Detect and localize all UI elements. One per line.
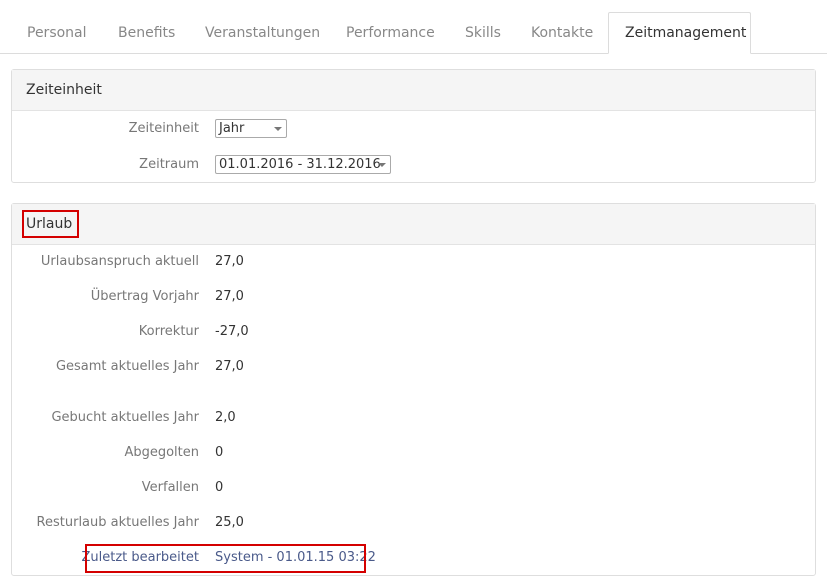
zeiteinheit-label: Zeiteinheit bbox=[128, 121, 199, 136]
row-label: Verfallen bbox=[141, 480, 199, 495]
row-urlaubsanspruch: Urlaubsanspruch aktuell 27,0 bbox=[12, 252, 815, 272]
zeiteinheit-panel-title: Zeiteinheit bbox=[12, 70, 815, 111]
row-value: 25,0 bbox=[215, 515, 244, 530]
row-value: 0 bbox=[215, 480, 224, 495]
row-label: Abgegolten bbox=[124, 445, 199, 460]
row-abgegolten: Abgegolten 0 bbox=[12, 443, 815, 463]
tab-kontakte[interactable]: Kontakte bbox=[515, 13, 609, 53]
zeiteinheit-select-value: Jahr bbox=[219, 121, 245, 136]
zeiteinheit-select[interactable]: Jahr bbox=[215, 119, 287, 138]
chevron-down-icon bbox=[378, 163, 386, 167]
row-uebertrag: Übertrag Vorjahr 27,0 bbox=[12, 287, 815, 307]
zeitraum-row: Zeitraum 01.01.2016 - 31.12.2016 bbox=[12, 155, 815, 175]
zeiteinheit-row: Zeiteinheit Jahr bbox=[12, 119, 815, 139]
row-label: Übertrag Vorjahr bbox=[90, 289, 199, 304]
urlaub-panel: Urlaub Urlaubsanspruch aktuell 27,0 Über… bbox=[11, 203, 816, 576]
row-label: Gebucht aktuelles Jahr bbox=[51, 410, 199, 425]
zeiteinheit-panel: Zeiteinheit Zeiteinheit Jahr Zeitraum 01… bbox=[11, 69, 816, 183]
row-value: 2,0 bbox=[215, 410, 236, 425]
row-value: 0 bbox=[215, 445, 224, 460]
row-label: Urlaubsanspruch aktuell bbox=[40, 254, 199, 269]
row-resturlaub: Resturlaub aktuelles Jahr 25,0 bbox=[12, 513, 815, 533]
zeitraum-select-value: 01.01.2016 - 31.12.2016 bbox=[219, 157, 381, 172]
last-edited-highlight-box bbox=[85, 544, 366, 573]
row-gebucht: Gebucht aktuelles Jahr 2,0 bbox=[12, 408, 815, 428]
title-highlight-box bbox=[22, 210, 79, 238]
row-verfallen: Verfallen 0 bbox=[12, 478, 815, 498]
row-label: Gesamt aktuelles Jahr bbox=[55, 359, 199, 374]
tab-zeitmanagement[interactable]: Zeitmanagement bbox=[608, 12, 751, 54]
row-label: Korrektur bbox=[138, 324, 199, 339]
row-label: Resturlaub aktuelles Jahr bbox=[36, 515, 199, 530]
row-value: 27,0 bbox=[215, 289, 244, 304]
zeitraum-label: Zeitraum bbox=[139, 157, 199, 172]
row-korrektur: Korrektur -27,0 bbox=[12, 322, 815, 342]
tab-bar: Personal Benefits Veranstaltungen Perfor… bbox=[0, 0, 827, 54]
row-value: 27,0 bbox=[215, 359, 244, 374]
tab-skills[interactable]: Skills bbox=[449, 13, 517, 53]
row-gesamt: Gesamt aktuelles Jahr 27,0 bbox=[12, 357, 815, 377]
tab-performance[interactable]: Performance bbox=[330, 13, 451, 53]
zeitraum-select[interactable]: 01.01.2016 - 31.12.2016 bbox=[215, 155, 391, 174]
tab-veranstaltungen[interactable]: Veranstaltungen bbox=[189, 13, 336, 53]
chevron-down-icon bbox=[274, 127, 282, 131]
tab-personal[interactable]: Personal bbox=[11, 13, 103, 53]
tab-benefits[interactable]: Benefits bbox=[102, 13, 191, 53]
urlaub-panel-header: Urlaub bbox=[12, 204, 815, 245]
row-value: 27,0 bbox=[215, 254, 244, 269]
row-value: -27,0 bbox=[215, 324, 249, 339]
